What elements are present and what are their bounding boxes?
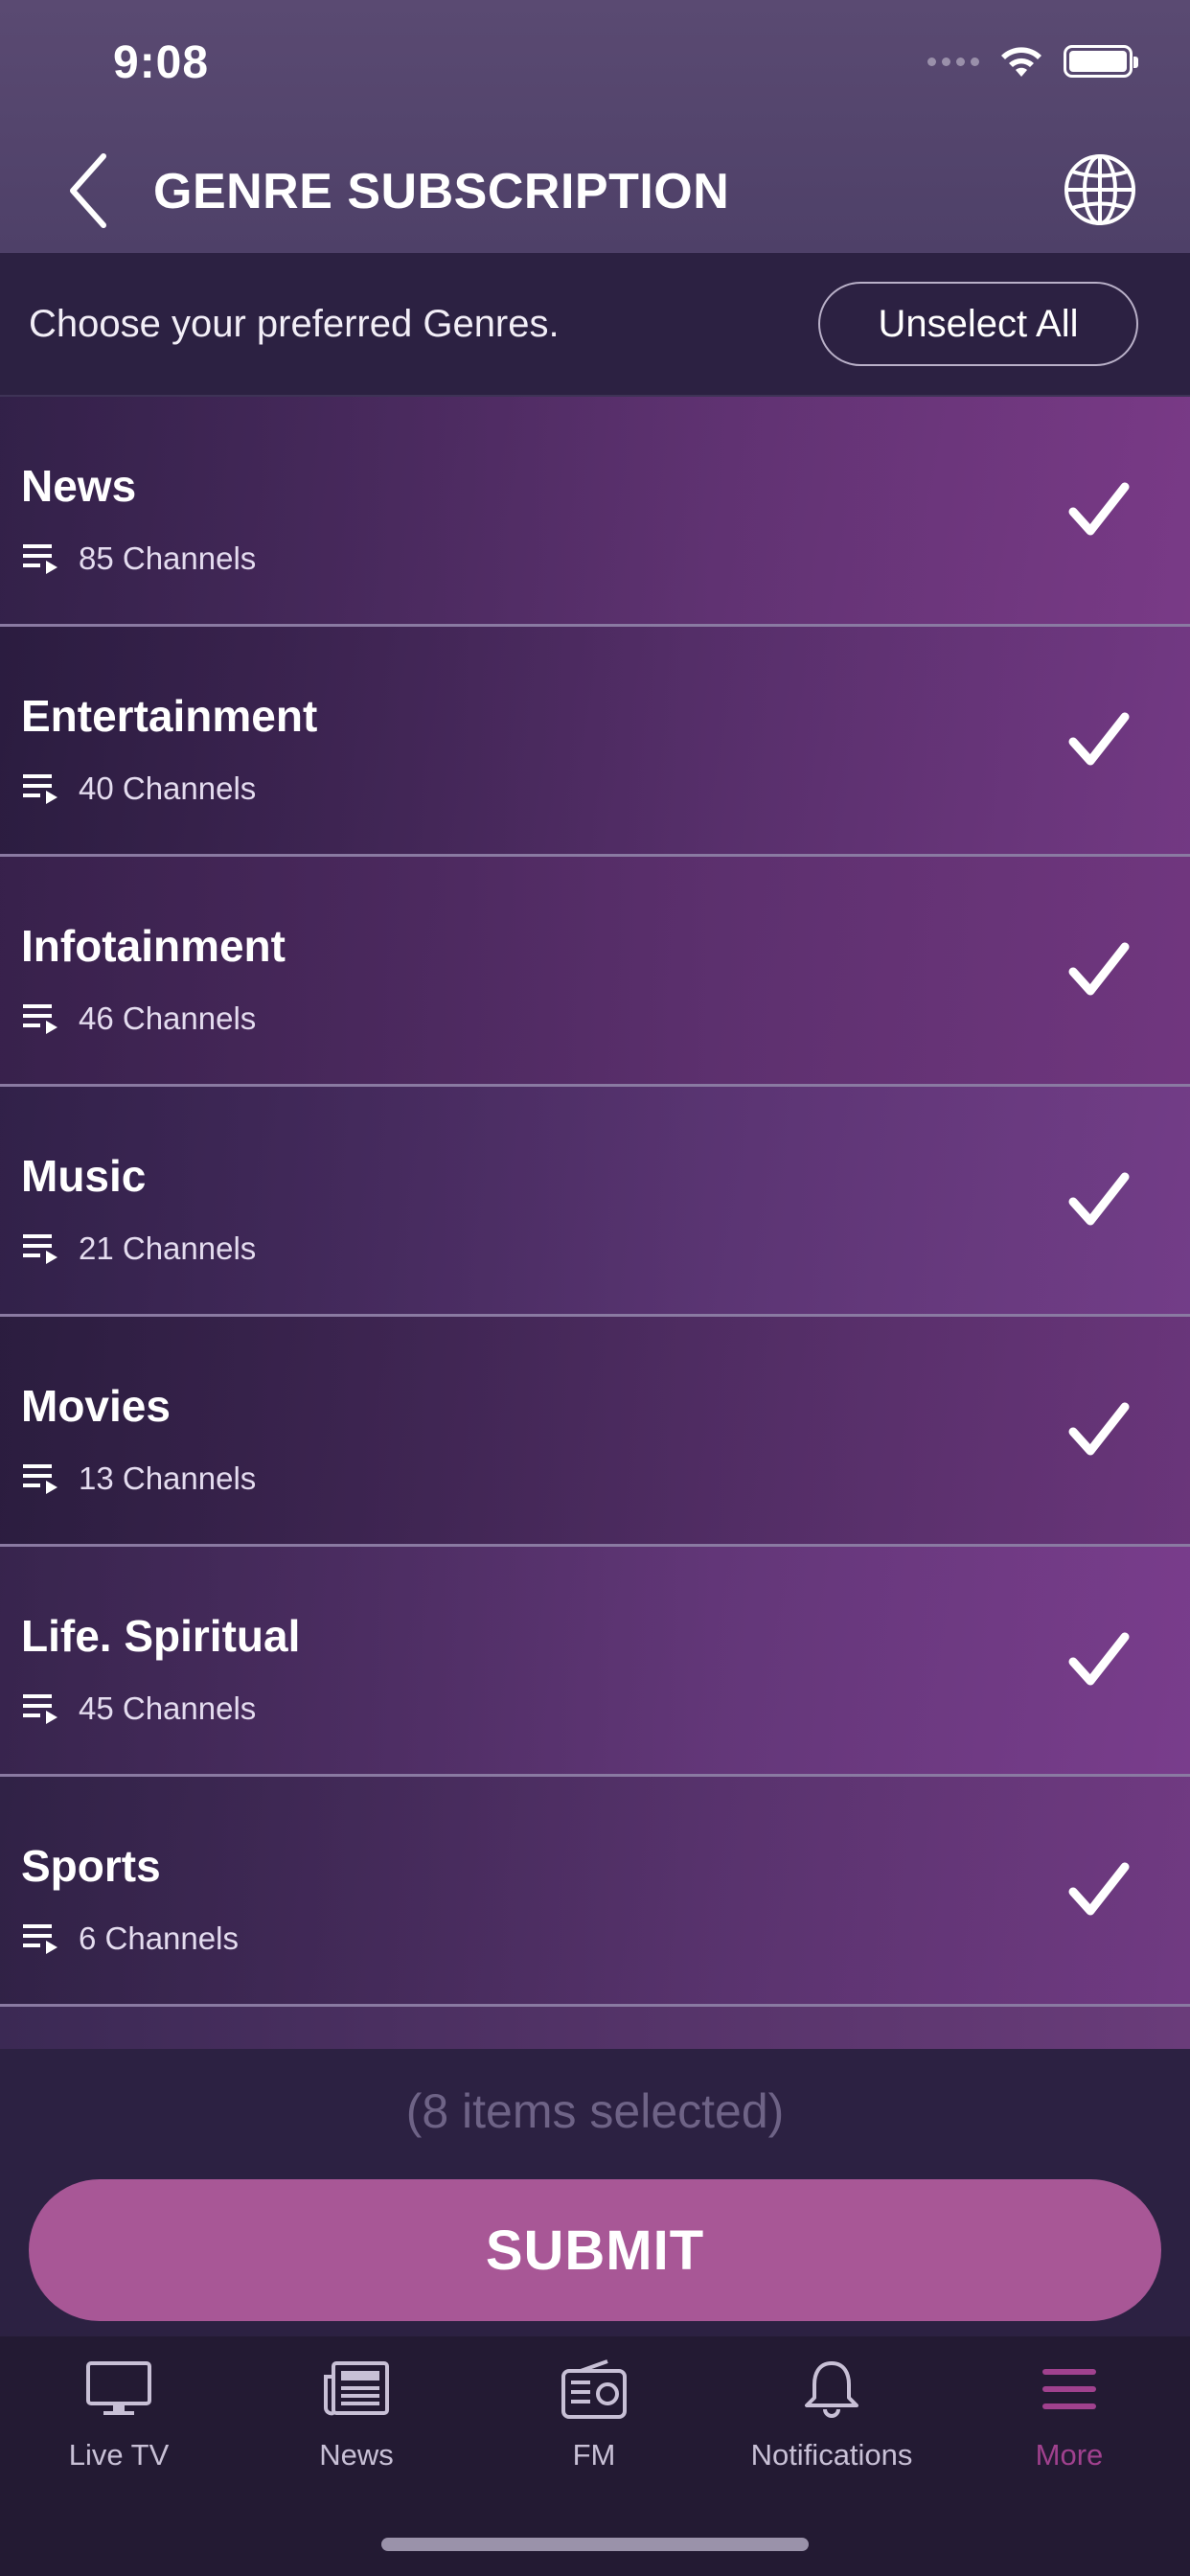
home-indicator (381, 2538, 809, 2551)
playlist-icon (23, 1004, 57, 1034)
genre-background-image (0, 1087, 1190, 1314)
genre-background-image (0, 1777, 1190, 2004)
genre-item[interactable]: Entertainment 40 Channels (0, 627, 1190, 857)
checkmark-icon[interactable] (1067, 479, 1131, 540)
genre-meta: 45 Channels (21, 1690, 256, 1727)
tab-label: Live TV (68, 2438, 170, 2472)
radio-icon (556, 2356, 632, 2423)
genre-channel-count: 85 Channels (79, 540, 257, 576)
genre-meta: 85 Channels (21, 540, 256, 577)
genre-item[interactable]: Movies 13 Channels (0, 1317, 1190, 1547)
submit-button[interactable]: SUBMIT (29, 2179, 1161, 2321)
checkmark-icon[interactable] (1067, 1169, 1131, 1230)
genre-name: News (21, 461, 137, 511)
genre-background-image (0, 1317, 1190, 1544)
genre-name: Infotainment (21, 921, 286, 971)
genre-list: News 85 Channels Entertainment 40 Channe… (0, 397, 1190, 2049)
genre-channel-count: 6 Channels (79, 1920, 239, 1956)
genre-channel-count: 40 Channels (79, 770, 257, 806)
genre-channel-count: 21 Channels (79, 1230, 257, 1266)
playlist-icon (23, 1464, 57, 1494)
tab-label: FM (572, 2438, 616, 2472)
checkmark-icon[interactable] (1067, 1629, 1131, 1690)
playlist-icon (23, 1694, 57, 1724)
language-button[interactable] (1062, 151, 1138, 228)
genre-name: Sports (21, 1841, 161, 1891)
chevron-left-icon (70, 153, 106, 228)
back-button[interactable] (59, 150, 117, 232)
top-bar: 9:08 GENRE SUBSCRIPTION (0, 0, 1190, 253)
checkmark-icon[interactable] (1067, 939, 1131, 1000)
genre-meta: 21 Channels (21, 1230, 256, 1267)
genre-prompt-bar: Choose your preferred Genres. Unselect A… (0, 253, 1190, 397)
battery-icon (1064, 45, 1138, 78)
bell-icon (793, 2356, 870, 2423)
checkmark-icon[interactable] (1067, 709, 1131, 770)
playlist-icon (23, 774, 57, 804)
tab-live-tv[interactable]: Live TV (0, 2356, 238, 2499)
tab-label: Notifications (750, 2438, 913, 2472)
tab-fm[interactable]: FM (475, 2356, 713, 2499)
genre-item[interactable]: Life. Spiritual 45 Channels (0, 1547, 1190, 1777)
genre-background-image (0, 397, 1190, 624)
genre-channel-count: 46 Channels (79, 1000, 257, 1036)
genre-item[interactable]: Music 21 Channels (0, 1087, 1190, 1317)
genre-meta: 46 Channels (21, 1000, 256, 1037)
page-title: GENRE SUBSCRIPTION (153, 164, 730, 219)
tab-label: News (319, 2438, 394, 2472)
status-icons (927, 42, 1138, 80)
genre-item[interactable]: Sports 6 Channels (0, 1777, 1190, 2007)
playlist-icon (23, 1924, 57, 1954)
playlist-icon (23, 1234, 57, 1264)
genre-name: Music (21, 1151, 147, 1201)
playlist-icon (23, 544, 57, 574)
tv-icon (80, 2356, 157, 2423)
genre-item-partial (0, 2007, 1190, 2049)
submit-area: (8 items selected) SUBMIT (0, 2049, 1190, 2336)
genre-channel-count: 45 Channels (79, 1690, 257, 1726)
genre-prompt-text: Choose your preferred Genres. (29, 303, 560, 345)
tab-notifications[interactable]: Notifications (713, 2356, 950, 2499)
tab-more[interactable]: More (950, 2356, 1188, 2499)
cellular-signal-icon (927, 57, 979, 66)
menu-icon (1031, 2356, 1108, 2423)
wifi-icon (1001, 47, 1041, 77)
newspaper-icon (318, 2356, 395, 2423)
checkmark-icon[interactable] (1067, 1399, 1131, 1460)
genre-channel-count: 13 Channels (79, 1460, 257, 1496)
genre-name: Entertainment (21, 691, 318, 741)
status-time: 9:08 (113, 37, 210, 88)
checkmark-icon[interactable] (1067, 1859, 1131, 1920)
genre-name: Life. Spiritual (21, 1611, 301, 1661)
globe-icon (1064, 154, 1135, 225)
genre-item[interactable]: Infotainment 46 Channels (0, 857, 1190, 1087)
selected-count-text: (8 items selected) (405, 2084, 785, 2138)
genre-meta: 13 Channels (21, 1460, 256, 1497)
tab-news[interactable]: News (238, 2356, 475, 2499)
genre-name: Movies (21, 1381, 171, 1431)
genre-meta: 40 Channels (21, 770, 256, 807)
unselect-all-button[interactable]: Unselect All (818, 282, 1138, 366)
genre-item[interactable]: News 85 Channels (0, 397, 1190, 627)
genre-meta: 6 Channels (21, 1920, 239, 1957)
tab-label: More (1035, 2438, 1104, 2472)
